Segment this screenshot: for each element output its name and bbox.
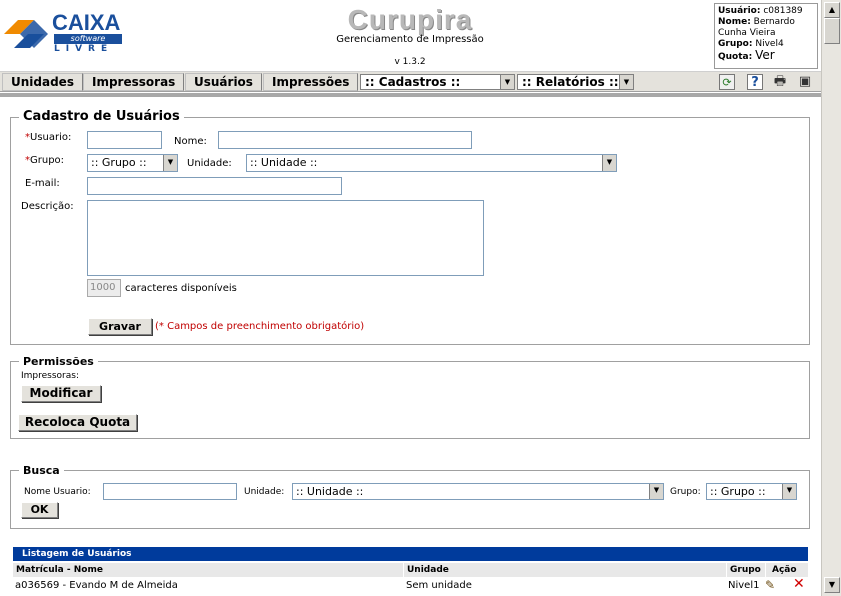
app-version: v 1.3.2 bbox=[394, 57, 426, 67]
name-value-1: Bernardo bbox=[753, 17, 795, 27]
scroll-down-icon[interactable]: ▼ bbox=[824, 577, 840, 593]
scroll-thumb[interactable] bbox=[824, 18, 840, 44]
usuario-label-text: Usuario: bbox=[30, 132, 72, 143]
busca-unidade-value: :: Unidade :: bbox=[296, 485, 364, 498]
caixa-logo-icon bbox=[4, 20, 48, 48]
grupo-label-text: Grupo: bbox=[30, 155, 65, 166]
gravar-button[interactable]: Gravar bbox=[88, 318, 152, 335]
quota-label: Quota: bbox=[718, 52, 753, 62]
chevron-down-icon: ▼ bbox=[619, 75, 633, 89]
nav-bar: Unidades Impressoras Usuários Impressões… bbox=[0, 72, 821, 92]
chevron-down-icon: ▼ bbox=[163, 155, 177, 171]
chevron-down-icon: ▼ bbox=[500, 75, 514, 89]
cadastros-value: :: Cadastros :: bbox=[365, 75, 461, 89]
relatorios-select[interactable]: :: Relatórios :: ▼ bbox=[517, 74, 634, 90]
chars-text: caracteres disponíveis bbox=[125, 283, 237, 294]
user-info-box: Usuário: c081389 Nome: Bernardo Cunha Vi… bbox=[714, 3, 818, 69]
page: CAIXA software LIVRE Curupira Gerenciame… bbox=[0, 0, 821, 596]
delete-icon[interactable]: ✕ bbox=[793, 577, 805, 591]
grupo-label: *Grupo: bbox=[25, 155, 65, 166]
busca-grupo-label: Grupo: bbox=[670, 487, 701, 497]
app-subtitle: Gerenciamento de Impressão bbox=[336, 34, 484, 45]
scroll-up-icon[interactable]: ▲ bbox=[824, 2, 840, 18]
header: CAIXA software LIVRE Curupira Gerenciame… bbox=[0, 0, 821, 72]
logo-brand: CAIXA bbox=[52, 10, 121, 35]
row-matricula-nome: a036569 - Evando M de Almeida bbox=[15, 580, 178, 591]
caixa-logo: CAIXA software LIVRE bbox=[4, 8, 129, 54]
unidade-select-value: :: Unidade :: bbox=[250, 156, 318, 169]
col-unidade: Unidade bbox=[404, 563, 726, 577]
descricao-textarea[interactable] bbox=[87, 200, 484, 276]
nome-input[interactable] bbox=[218, 131, 472, 149]
grupo-select-value: :: Grupo :: bbox=[91, 156, 147, 169]
print-icon[interactable]: 🖶 bbox=[772, 74, 788, 90]
chevron-down-icon: ▼ bbox=[602, 155, 616, 171]
unidade-select[interactable]: :: Unidade :: ▼ bbox=[246, 154, 617, 172]
cadastros-select[interactable]: :: Cadastros :: ▼ bbox=[360, 74, 515, 90]
permissoes-legend: Permissões bbox=[19, 355, 98, 368]
name-label: Nome: bbox=[718, 17, 751, 27]
usuario-input[interactable] bbox=[87, 131, 162, 149]
usuario-label: *Usuario: bbox=[25, 132, 72, 143]
busca-grupo-select[interactable]: :: Grupo :: ▼ bbox=[706, 483, 797, 500]
chevron-down-icon: ▼ bbox=[782, 484, 796, 499]
help-icon[interactable]: ? bbox=[747, 74, 763, 90]
descricao-label: Descrição: bbox=[21, 201, 74, 212]
logo-sub: LIVRE bbox=[54, 44, 114, 54]
email-input[interactable] bbox=[87, 177, 342, 195]
save-icon[interactable]: ▣ bbox=[797, 74, 813, 90]
cadastro-legend: Cadastro de Usuários bbox=[19, 109, 184, 124]
logo-tagline: software bbox=[54, 34, 122, 44]
ok-button[interactable]: OK bbox=[21, 502, 58, 518]
quota-link[interactable]: Ver bbox=[755, 48, 775, 62]
unidade-label: Unidade: bbox=[187, 158, 232, 169]
nome-label: Nome: bbox=[174, 136, 207, 147]
nav-divider bbox=[0, 93, 821, 97]
busca-unidade-label: Unidade: bbox=[244, 487, 285, 497]
group-label: Grupo: bbox=[718, 39, 753, 49]
app-name: Curupira bbox=[347, 4, 473, 35]
listagem-title: Listagem de Usuários bbox=[13, 547, 808, 561]
user-label: Usuário: bbox=[718, 6, 761, 16]
col-grupo: Grupo bbox=[727, 563, 765, 577]
row-unidade: Sem unidade bbox=[406, 580, 472, 591]
busca-legend: Busca bbox=[19, 464, 64, 477]
chevron-down-icon: ▼ bbox=[649, 484, 663, 499]
relatorios-value: :: Relatórios :: bbox=[522, 75, 619, 89]
chars-counter: 1000 bbox=[87, 279, 121, 297]
col-acao: Ação bbox=[766, 563, 808, 577]
nav-impressoras[interactable]: Impressoras bbox=[83, 73, 185, 91]
impressoras-label: Impressoras: bbox=[21, 371, 79, 381]
vertical-scrollbar[interactable]: ▲ ▼ bbox=[821, 0, 841, 596]
nav-usuarios[interactable]: Usuários bbox=[185, 73, 262, 91]
nav-unidades[interactable]: Unidades bbox=[2, 73, 83, 91]
nav-impressoes[interactable]: Impressões bbox=[263, 73, 359, 91]
name-value-2: Cunha Vieira bbox=[718, 28, 776, 38]
recoloca-quota-button[interactable]: Recoloca Quota bbox=[18, 414, 137, 431]
email-label: E-mail: bbox=[25, 178, 60, 189]
edit-icon[interactable]: ✎ bbox=[765, 578, 775, 592]
app-title-block: Curupira Gerenciamento de Impressão v 1.… bbox=[320, 4, 500, 67]
busca-nome-input[interactable] bbox=[103, 483, 237, 500]
user-value: c081389 bbox=[763, 6, 803, 16]
col-matricula-nome: Matrícula - Nome bbox=[13, 563, 403, 577]
busca-unidade-select[interactable]: :: Unidade :: ▼ bbox=[292, 483, 664, 500]
row-grupo: Nivel1 bbox=[728, 580, 760, 591]
refresh-icon[interactable]: ⟳ bbox=[719, 74, 735, 90]
required-note: (* Campos de preenchimento obrigatório) bbox=[155, 321, 365, 332]
busca-nome-label: Nome Usuario: bbox=[24, 487, 91, 497]
modificar-button[interactable]: Modificar bbox=[21, 385, 101, 402]
busca-grupo-value: :: Grupo :: bbox=[710, 485, 766, 498]
grupo-select[interactable]: :: Grupo :: ▼ bbox=[87, 154, 178, 172]
